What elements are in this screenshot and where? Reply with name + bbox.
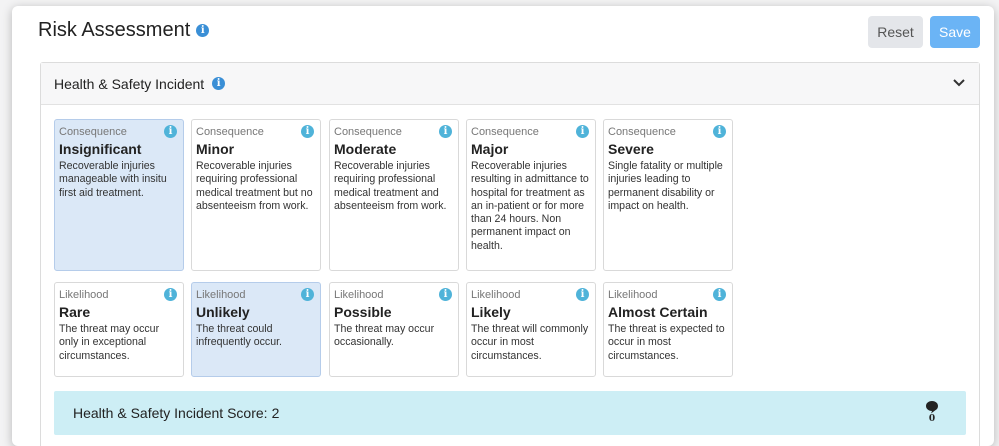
info-icon[interactable]: i (301, 125, 314, 138)
likelihood-card[interactable]: Likelihood Rare The threat may occur only … (54, 282, 184, 377)
score-label: Health & Safety Incident Score: (73, 405, 268, 421)
likelihood-card[interactable]: Likelihood Possible The threat may occur o… (329, 282, 459, 377)
card-name: Almost Certain (608, 304, 708, 320)
info-icon[interactable]: i (439, 125, 452, 138)
card-kind: Likelihood (334, 289, 384, 301)
card-name: Rare (59, 304, 91, 320)
panel-title: Health & Safety Incident (54, 75, 205, 92)
panel-header[interactable]: Health & Safety Incident i (41, 63, 979, 105)
info-icon[interactable]: i (439, 288, 452, 301)
card-name: Unlikely (196, 304, 250, 320)
likelihood-card[interactable]: Likelihood Unlikely The threat could infre… (191, 282, 321, 377)
card-description: Recoverable injuries requiring professio… (196, 160, 313, 212)
card-kind: Likelihood (59, 289, 109, 301)
card-description: Recoverable injuries requiring professio… (334, 160, 447, 212)
card-kind: Consequence (196, 126, 264, 138)
chevron-down-icon[interactable] (951, 75, 967, 91)
header: Risk Assessment i Reset Save (12, 6, 994, 58)
card-name: Possible (334, 304, 392, 320)
info-icon[interactable]: i (164, 125, 177, 138)
consequence-card[interactable]: Consequence Severe Single fatality or mult… (603, 119, 733, 271)
card-description: The threat will commonly occur in most c… (471, 323, 589, 362)
card-kind: Consequence (334, 126, 402, 138)
card-kind: Likelihood (471, 289, 521, 301)
consequence-card[interactable]: Consequence Minor Recoverable injuries req… (191, 119, 321, 271)
card-name: Likely (471, 304, 511, 320)
card-kind: Consequence (471, 126, 539, 138)
card-name: Severe (608, 141, 654, 157)
comment-button[interactable]: 0 (924, 400, 940, 426)
likelihood-card[interactable]: Likelihood Likely The threat will commonly… (466, 282, 596, 377)
likelihood-card[interactable]: Likelihood Almost Certain The threat is ex… (603, 282, 733, 377)
consequence-card[interactable]: Consequence Major Recoverable injuries res… (466, 119, 596, 271)
consequence-card[interactable]: Consequence Moderate Recoverable injuries … (329, 119, 459, 271)
reset-button[interactable]: Reset (868, 16, 923, 48)
page-title: Risk Assessment i (38, 19, 210, 42)
info-icon[interactable]: i (576, 125, 589, 138)
info-icon[interactable]: i (212, 77, 226, 90)
card-name: Insignificant (59, 141, 142, 157)
card-description: Single fatality or multiple injuries lea… (608, 160, 723, 212)
info-icon[interactable]: i (713, 288, 726, 301)
card-name: Major (471, 141, 509, 157)
card-description: The threat may occur only in exceptional… (59, 323, 160, 362)
score-bar: Health & Safety Incident Score: 2 0 (54, 391, 966, 435)
card-description: The threat may occur occasionally. (334, 323, 435, 349)
info-icon[interactable]: i (713, 125, 726, 138)
info-icon[interactable]: i (576, 288, 589, 301)
card-description: The threat could infrequently occur. (196, 323, 282, 349)
card-kind: Likelihood (608, 289, 658, 301)
comment-count: 0 (928, 414, 936, 424)
card-description: Recoverable injuries resulting in admitt… (471, 160, 589, 252)
card-description: The threat is expected to occur in most … (608, 323, 725, 362)
card-kind: Consequence (608, 126, 676, 138)
card-name: Minor (196, 141, 235, 157)
page-title-text: Risk Assessment (38, 19, 191, 41)
risk-assessment-window: Risk Assessment i Reset Save Health & Sa… (12, 6, 994, 446)
comment-icon (926, 401, 938, 414)
info-icon[interactable]: i (196, 24, 210, 37)
info-icon[interactable]: i (164, 288, 177, 301)
info-icon[interactable]: i (301, 288, 314, 301)
save-button[interactable]: Save (930, 16, 980, 48)
health-safety-panel: Health & Safety Incident i Consequence In… (40, 62, 980, 446)
card-name: Moderate (334, 141, 397, 157)
score-value: 2 (271, 405, 280, 421)
card-description: Recoverable injuries manageable with ins… (59, 160, 167, 199)
consequence-card[interactable]: Consequence Insignificant Recoverable inju… (54, 119, 184, 271)
card-kind: Consequence (59, 126, 127, 138)
card-kind: Likelihood (196, 289, 246, 301)
